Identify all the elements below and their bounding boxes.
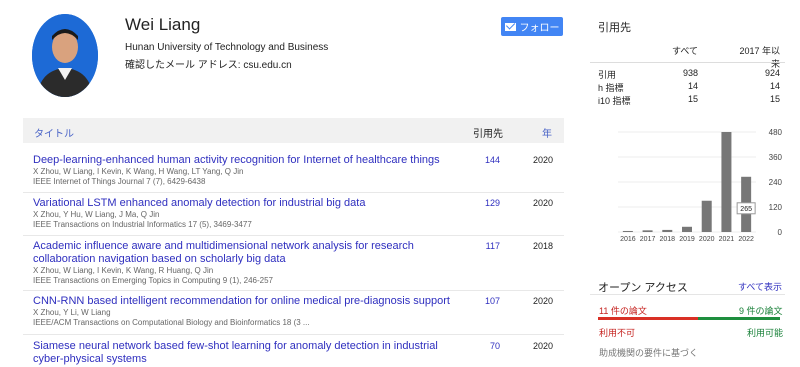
paper-year: 2020 [533, 296, 554, 306]
table-row: Academic influence aware and multidimens… [33, 240, 558, 286]
x-tick-label: 2020 [699, 236, 715, 243]
bar-2016[interactable] [622, 230, 633, 232]
not-available-label: 利用不可 [599, 328, 636, 338]
stat-since: 15 [769, 94, 780, 104]
paper-year: 2018 [533, 241, 554, 251]
y-tick-label: 360 [769, 153, 783, 162]
follow-button[interactable]: フォロー [501, 17, 563, 36]
y-tick-label: 120 [769, 203, 783, 212]
row-divider [23, 192, 564, 193]
mail-icon [504, 22, 516, 31]
mandate-text: 助成機関の要件に基づく [599, 348, 699, 358]
y-tick-label: 240 [769, 178, 783, 187]
paper-venue: IEEE Transactions on Industrial Informat… [33, 220, 252, 229]
oa-divider [590, 294, 785, 295]
paper-cited-link[interactable]: 107 [460, 296, 500, 306]
stat-row: 引用 938 924 [598, 68, 784, 80]
available-bar [698, 317, 780, 320]
y-tick-label: 0 [778, 228, 783, 237]
stat-all: 938 [682, 68, 698, 78]
row-divider [23, 334, 564, 335]
view-all-link[interactable]: すべて表示 [738, 280, 782, 293]
stats-divider [590, 62, 785, 63]
paper-year: 2020 [533, 155, 554, 165]
profile-affiliation: Hunan University of Technology and Busin… [125, 42, 329, 53]
paper-venue: IEEE Internet of Things Journal 7 (7), 6… [33, 177, 206, 186]
sort-by-title[interactable]: タイトル [34, 125, 74, 140]
open-access-heading: オープン アクセス [598, 282, 688, 294]
profile-name: Wei Liang [125, 15, 201, 34]
bar-2019[interactable] [682, 226, 692, 232]
row-divider [23, 290, 564, 291]
follow-label: フォロー [519, 23, 560, 34]
not-available-count-link[interactable]: 11 件の論文 [599, 304, 647, 317]
stat-row: h 指標 14 14 [598, 81, 784, 93]
value-tooltip-text: 265 [740, 206, 752, 213]
stat-label: h 指標 [598, 83, 624, 93]
row-divider [23, 235, 564, 236]
x-tick-label: 2017 [640, 236, 656, 243]
paper-title-link[interactable]: CNN-RNN based intelligent recommendation… [33, 295, 453, 308]
table-row: Deep-learning-enhanced human activity re… [33, 154, 558, 187]
citations-heading: 引用先 [598, 22, 631, 34]
x-tick-label: 2016 [620, 236, 636, 243]
stat-label: i10 指標 [598, 96, 631, 106]
sort-by-cited[interactable]: 引用先 [473, 125, 503, 140]
paper-authors: X Zhou, W Liang, I Kevin, K Wang, H Wang… [33, 167, 244, 176]
stat-row: i10 指標 15 15 [598, 94, 784, 106]
col-since: 2017 年以来 [739, 46, 780, 69]
paper-authors: X Zhou, Y Li, W Liang [33, 308, 111, 317]
available-label: 利用可能 [747, 328, 784, 338]
table-header: タイトル 引用先 年 [23, 118, 564, 143]
table-row: Variational LSTM enhanced anomaly detect… [33, 197, 558, 230]
paper-cited-link[interactable]: 129 [460, 198, 500, 208]
avatar[interactable] [32, 14, 98, 97]
paper-venue: IEEE Transactions on Emerging Topics in … [33, 276, 273, 285]
bar-2017[interactable] [642, 230, 653, 232]
available-count-link[interactable]: 9 件の論文 [739, 304, 783, 317]
y-tick-label: 480 [769, 128, 783, 137]
paper-title-link[interactable]: Variational LSTM enhanced anomaly detect… [33, 197, 453, 210]
stat-since: 14 [769, 81, 780, 91]
stat-all: 15 [687, 94, 698, 104]
sort-by-year[interactable]: 年 [542, 125, 552, 140]
paper-year: 2020 [533, 341, 554, 351]
paper-venue: IEEE/ACM Transactions on Computational B… [33, 318, 310, 327]
table-row: CNN-RNN based intelligent recommendation… [33, 295, 558, 328]
bar-2020[interactable] [701, 200, 712, 232]
stat-since: 924 [764, 68, 780, 78]
bar-2018[interactable] [662, 229, 673, 232]
x-tick-label: 2022 [738, 236, 754, 243]
paper-cited-link[interactable]: 117 [460, 241, 500, 251]
paper-authors: X Zhou, Y Hu, W Liang, J Ma, Q Jin [33, 210, 160, 219]
paper-cited-link[interactable]: 70 [460, 341, 500, 351]
paper-cited-link[interactable]: 144 [460, 155, 500, 165]
paper-title-link[interactable]: Deep-learning-enhanced human activity re… [33, 154, 453, 167]
paper-year: 2020 [533, 198, 554, 208]
x-tick-label: 2018 [659, 236, 675, 243]
x-tick-label: 2021 [719, 236, 735, 243]
bar-2021[interactable] [721, 132, 732, 232]
table-row: Siamese neural network based few-shot le… [33, 340, 558, 366]
citations-per-year-chart: 480 360 240 120 0 2016 2017 2018 2019 2020 2021 202… [618, 128, 783, 243]
paper-authors: X Zhou, W Liang, I Kevin, K Wang, R Huan… [33, 266, 214, 275]
x-tick-label: 2019 [679, 236, 695, 243]
stat-all: 14 [687, 81, 698, 91]
paper-title-link[interactable]: Academic influence aware and multidimens… [33, 240, 453, 266]
profile-email: 確認したメール アドレス: csu.edu.cn [125, 60, 292, 71]
stat-label: 引用 [598, 70, 617, 80]
not-available-bar [598, 317, 698, 320]
col-all: すべて [671, 46, 698, 56]
paper-title-link[interactable]: Siamese neural network based few-shot le… [33, 340, 453, 366]
